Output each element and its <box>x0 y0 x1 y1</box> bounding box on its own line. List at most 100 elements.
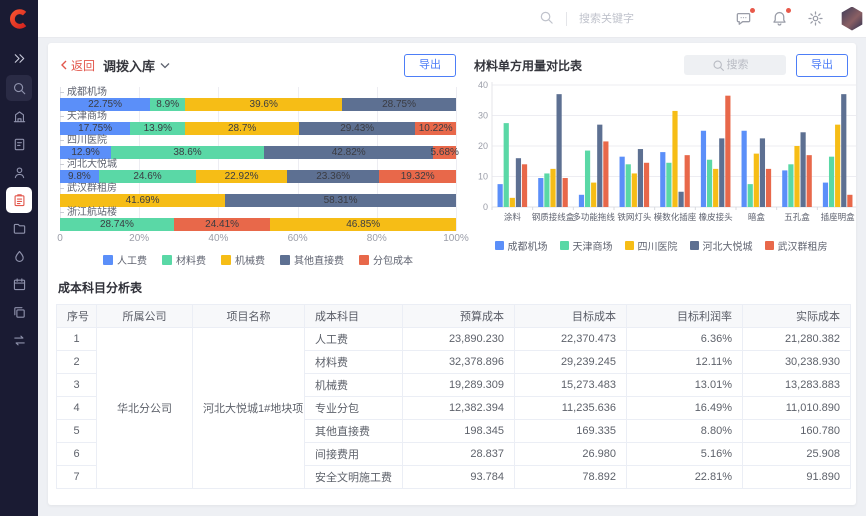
bar-河北大悦城[interactable] <box>760 138 765 207</box>
legend-item-河北大悦城[interactable]: 河北大悦城 <box>690 238 753 253</box>
bar-segment-材料费[interactable]: 38.6% <box>111 146 264 159</box>
bar-segment-机械费[interactable]: 41.69% <box>60 194 225 207</box>
bar-segment-其他直接费[interactable]: 29.43% <box>299 122 416 135</box>
bar-武汉群租房[interactable] <box>563 178 568 207</box>
bar-天津商场[interactable] <box>626 164 631 207</box>
bar-天津商场[interactable] <box>748 184 753 207</box>
bar-武汉群租房[interactable] <box>847 195 852 207</box>
bar-segment-材料费[interactable]: 28.74% <box>60 218 174 231</box>
bar-四川医院[interactable] <box>591 183 596 207</box>
bar-四川医院[interactable] <box>632 173 637 207</box>
bar-河北大悦城[interactable] <box>679 192 684 207</box>
sidebar-item-calendar[interactable] <box>6 271 32 297</box>
bar-武汉群租房[interactable] <box>685 155 690 207</box>
bar-segment-人工费[interactable]: 17.75% <box>60 122 130 135</box>
legend-item-人工费[interactable]: 人工费 <box>103 252 147 267</box>
bar-segment-其他直接费[interactable]: 23.36% <box>287 170 380 183</box>
message-icon[interactable] <box>735 10 752 27</box>
panel-search[interactable] <box>684 55 786 75</box>
bar-segment-其他直接费[interactable]: 42.82% <box>264 146 434 159</box>
bar-天津商场[interactable] <box>504 123 509 207</box>
bar-四川医院[interactable] <box>713 169 718 207</box>
bar-segment-人工费[interactable]: 9.8% <box>60 170 99 183</box>
back-button[interactable]: 返回 <box>60 57 95 74</box>
bar-成都机场[interactable] <box>823 183 828 207</box>
bar-成都机场[interactable] <box>538 178 543 207</box>
bar-segment-材料费[interactable]: 13.9% <box>130 122 185 135</box>
legend-item-其他直接费[interactable]: 其他直接费 <box>280 252 344 267</box>
bar-武汉群租房[interactable] <box>807 155 812 207</box>
bar-segment-机械费[interactable]: 39.6% <box>185 98 342 111</box>
export-button-right[interactable]: 导出 <box>796 54 848 77</box>
bar-四川医院[interactable] <box>510 198 515 207</box>
legend-item-材料费[interactable]: 材料费 <box>162 252 206 267</box>
bar-武汉群租房[interactable] <box>603 141 608 207</box>
sidebar-item-folder[interactable] <box>6 215 32 241</box>
bar-河北大悦城[interactable] <box>638 149 643 207</box>
legend-item-天津商场[interactable]: 天津商场 <box>560 238 613 253</box>
sidebar-item-chevrons-right[interactable] <box>6 45 32 71</box>
legend-item-四川医院[interactable]: 四川医院 <box>625 238 678 253</box>
bar-四川医院[interactable] <box>754 154 759 207</box>
sidebar-item-search[interactable] <box>6 75 32 101</box>
gear-icon[interactable] <box>807 10 824 27</box>
bar-segment-其他直接费[interactable]: 58.31% <box>225 194 456 207</box>
bar-河北大悦城[interactable] <box>557 94 562 207</box>
bar-天津商场[interactable] <box>829 157 834 207</box>
bar-天津商场[interactable] <box>666 163 671 207</box>
bar-天津商场[interactable] <box>788 164 793 207</box>
bar-segment-其他直接费[interactable]: 28.75% <box>342 98 456 111</box>
bar-武汉群租房[interactable] <box>644 163 649 207</box>
bar-天津商场[interactable] <box>585 151 590 207</box>
sidebar-item-drop[interactable] <box>6 243 32 269</box>
bar-成都机场[interactable] <box>782 170 787 207</box>
bar-天津商场[interactable] <box>544 173 549 207</box>
bell-icon[interactable] <box>771 10 788 27</box>
bar-四川医院[interactable] <box>794 146 799 207</box>
sidebar-item-user[interactable] <box>6 159 32 185</box>
bar-成都机场[interactable] <box>498 184 503 207</box>
bar-segment-机械费[interactable]: 28.7% <box>185 122 299 135</box>
search-input[interactable] <box>577 12 687 26</box>
bar-河北大悦城[interactable] <box>516 158 521 207</box>
bar-武汉群租房[interactable] <box>522 164 527 207</box>
legend-item-机械费[interactable]: 机械费 <box>221 252 265 267</box>
bar-segment-分包成本[interactable]: 10.22% <box>415 122 455 135</box>
avatar[interactable] <box>840 7 864 31</box>
bar-segment-材料费[interactable]: 8.9% <box>150 98 185 111</box>
sidebar-item-building[interactable] <box>6 103 32 129</box>
legend-item-成都机场[interactable]: 成都机场 <box>495 238 548 253</box>
export-button-left[interactable]: 导出 <box>404 54 456 77</box>
bar-成都机场[interactable] <box>742 131 747 207</box>
bar-武汉群租房[interactable] <box>766 169 771 207</box>
sidebar-item-copy[interactable] <box>6 299 32 325</box>
sidebar-item-transfer[interactable] <box>6 327 32 353</box>
sidebar-item-clipboard[interactable] <box>6 187 32 213</box>
bar-segment-机械费[interactable]: 46.85% <box>270 218 456 231</box>
bar-segment-分包成本[interactable]: 19.32% <box>379 170 456 183</box>
bar-武汉群租房[interactable] <box>725 96 730 207</box>
bar-segment-机械费[interactable]: 22.92% <box>196 170 287 183</box>
bar-河北大悦城[interactable] <box>841 94 846 207</box>
bar-天津商场[interactable] <box>707 160 712 207</box>
bar-segment-分包成本[interactable]: 24.41% <box>174 218 271 231</box>
app-logo[interactable] <box>0 0 38 38</box>
chevron-down-icon[interactable] <box>160 62 170 69</box>
legend-item-分包成本[interactable]: 分包成本 <box>359 252 413 267</box>
legend-item-武汉群租房[interactable]: 武汉群租房 <box>765 238 828 253</box>
bar-成都机场[interactable] <box>660 152 665 207</box>
bar-四川医院[interactable] <box>835 125 840 207</box>
bar-河北大悦城[interactable] <box>597 125 602 207</box>
bar-成都机场[interactable] <box>579 195 584 207</box>
bar-成都机场[interactable] <box>701 131 706 207</box>
bar-河北大悦城[interactable] <box>719 138 724 207</box>
bar-四川医院[interactable] <box>672 111 677 207</box>
bar-segment-材料费[interactable]: 24.6% <box>99 170 196 183</box>
bar-segment-人工费[interactable]: 22.75% <box>60 98 150 111</box>
bar-segment-人工费[interactable]: 12.9% <box>60 146 111 159</box>
bar-四川医院[interactable] <box>550 169 555 207</box>
panel-search-input[interactable] <box>725 58 759 72</box>
sidebar-item-document[interactable] <box>6 131 32 157</box>
bar-segment-分包成本[interactable]: 5.68% <box>433 146 455 159</box>
bar-河北大悦城[interactable] <box>801 132 806 207</box>
